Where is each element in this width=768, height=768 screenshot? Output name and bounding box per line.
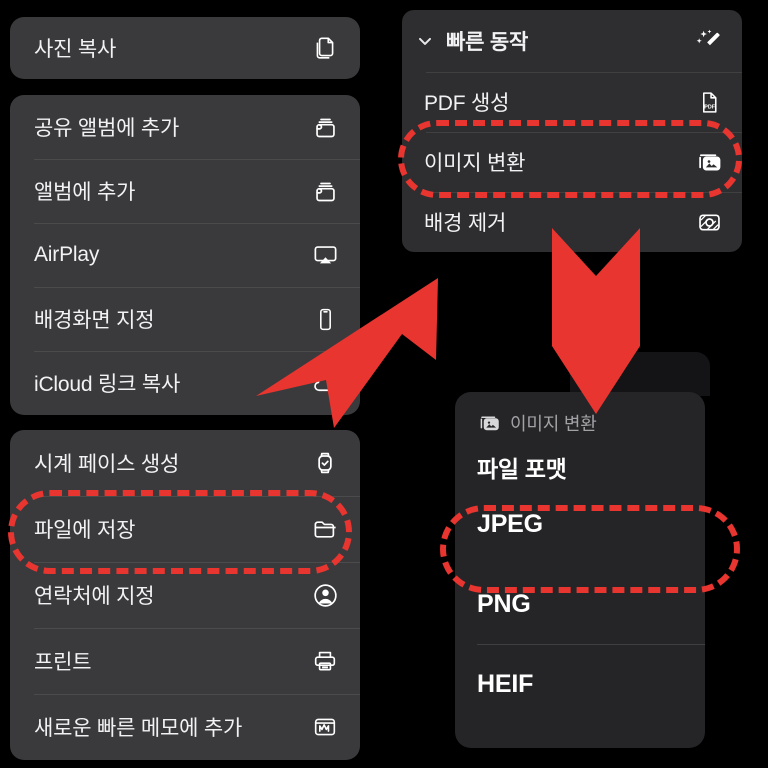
format-option-png[interactable]: PNG xyxy=(455,564,705,644)
menu-item-set-wallpaper[interactable]: 배경화면 지정 xyxy=(10,287,360,351)
menu-item-label: 연락처에 지정 xyxy=(34,585,155,608)
quick-actions-header[interactable]: 빠른 동작 xyxy=(402,10,742,72)
quick-action-convert-image[interactable]: 이미지 변환 xyxy=(402,132,742,192)
remove-background-icon xyxy=(694,207,724,237)
left-menu-group-copy: 사진 복사 xyxy=(10,17,360,79)
menu-item-label: iCloud 링크 복사 xyxy=(34,373,181,396)
printer-icon xyxy=(310,646,340,676)
menu-item-label: AirPlay xyxy=(34,243,100,266)
menu-item-label: 배경화면 지정 xyxy=(34,309,155,332)
left-menu-group-actions: 시계 페이스 생성 파일에 저장 연락처에 지정 프린트 새로운 빠른 메모에 … xyxy=(10,430,360,760)
folder-icon xyxy=(310,514,340,544)
menu-item-add-to-album[interactable]: 앨범에 추가 xyxy=(10,159,360,223)
menu-item-label: 시계 페이스 생성 xyxy=(34,453,180,476)
menu-item-create-watch-face[interactable]: 시계 페이스 생성 xyxy=(10,430,360,496)
menu-item-label: 앨범에 추가 xyxy=(34,181,136,204)
airplay-icon xyxy=(310,240,340,270)
menu-item-label: 사진 복사 xyxy=(34,38,117,61)
menu-item-add-to-shared-album[interactable]: 공유 앨범에 추가 xyxy=(10,95,360,159)
quick-action-label: 배경 제거 xyxy=(424,212,507,235)
menu-item-assign-to-contact[interactable]: 연락처에 지정 xyxy=(10,562,360,628)
menu-item-label: 프린트 xyxy=(34,651,92,674)
quick-actions-panel: 빠른 동작 PDF 생성 PDF 이미지 변환 배경 제거 xyxy=(402,10,742,252)
screenshot-stage: 사진 복사 공유 앨범에 추가 앨범에 추가 AirPlay 배경화면 지정 i… xyxy=(0,0,768,768)
menu-item-airplay[interactable]: AirPlay xyxy=(10,223,360,287)
quick-action-label: 이미지 변환 xyxy=(424,152,526,175)
format-panel-header: 이미지 변환 xyxy=(455,392,705,436)
menu-item-label: 파일에 저장 xyxy=(34,519,136,542)
quick-action-label: PDF 생성 xyxy=(424,92,510,115)
format-option-label: JPEG xyxy=(477,509,543,538)
quick-actions-title: 빠른 동작 xyxy=(446,31,529,54)
format-option-heif[interactable]: HEIF xyxy=(455,644,705,724)
panel-edge-sliver xyxy=(570,352,710,396)
chevron-down-icon[interactable] xyxy=(414,30,436,52)
album-icon xyxy=(310,176,340,206)
magic-wand-sparkles-icon xyxy=(694,26,724,56)
format-panel-header-label: 이미지 변환 xyxy=(510,414,597,434)
file-format-section-title: 파일 포맷 xyxy=(477,456,567,482)
quick-actions-header-left: 빠른 동작 xyxy=(414,26,528,56)
menu-item-copy-photo[interactable]: 사진 복사 xyxy=(10,17,360,79)
format-option-label: PNG xyxy=(477,589,531,618)
quick-action-remove-background[interactable]: 배경 제거 xyxy=(402,192,742,252)
svg-text:PDF: PDF xyxy=(704,104,716,110)
format-option-jpeg[interactable]: JPEG xyxy=(455,484,705,564)
contact-person-icon xyxy=(310,580,340,610)
wallpaper-iphone-icon xyxy=(310,304,340,334)
pdf-document-icon: PDF xyxy=(694,87,724,117)
shared-album-icon xyxy=(310,112,340,142)
copy-photo-icon xyxy=(310,33,340,63)
quick-action-create-pdf[interactable]: PDF 생성 PDF xyxy=(402,72,742,132)
menu-item-label: 공유 앨범에 추가 xyxy=(34,117,180,140)
file-format-panel: 이미지 변환 파일 포맷 JPEG PNG HEIF xyxy=(455,392,705,748)
menu-item-print[interactable]: 프린트 xyxy=(10,628,360,694)
quick-note-icon xyxy=(310,712,340,742)
menu-item-copy-icloud-link[interactable]: iCloud 링크 복사 xyxy=(10,351,360,415)
icloud-link-icon xyxy=(310,368,340,398)
menu-item-label: 새로운 빠른 메모에 추가 xyxy=(34,717,243,740)
menu-item-add-to-quick-note[interactable]: 새로운 빠른 메모에 추가 xyxy=(10,694,360,760)
convert-image-icon xyxy=(694,147,724,177)
left-menu-group-share: 공유 앨범에 추가 앨범에 추가 AirPlay 배경화면 지정 iCloud … xyxy=(10,95,360,415)
convert-image-icon xyxy=(477,411,501,435)
menu-item-save-to-files[interactable]: 파일에 저장 xyxy=(10,496,360,562)
watch-face-icon xyxy=(310,448,340,478)
format-option-label: HEIF xyxy=(477,669,534,698)
